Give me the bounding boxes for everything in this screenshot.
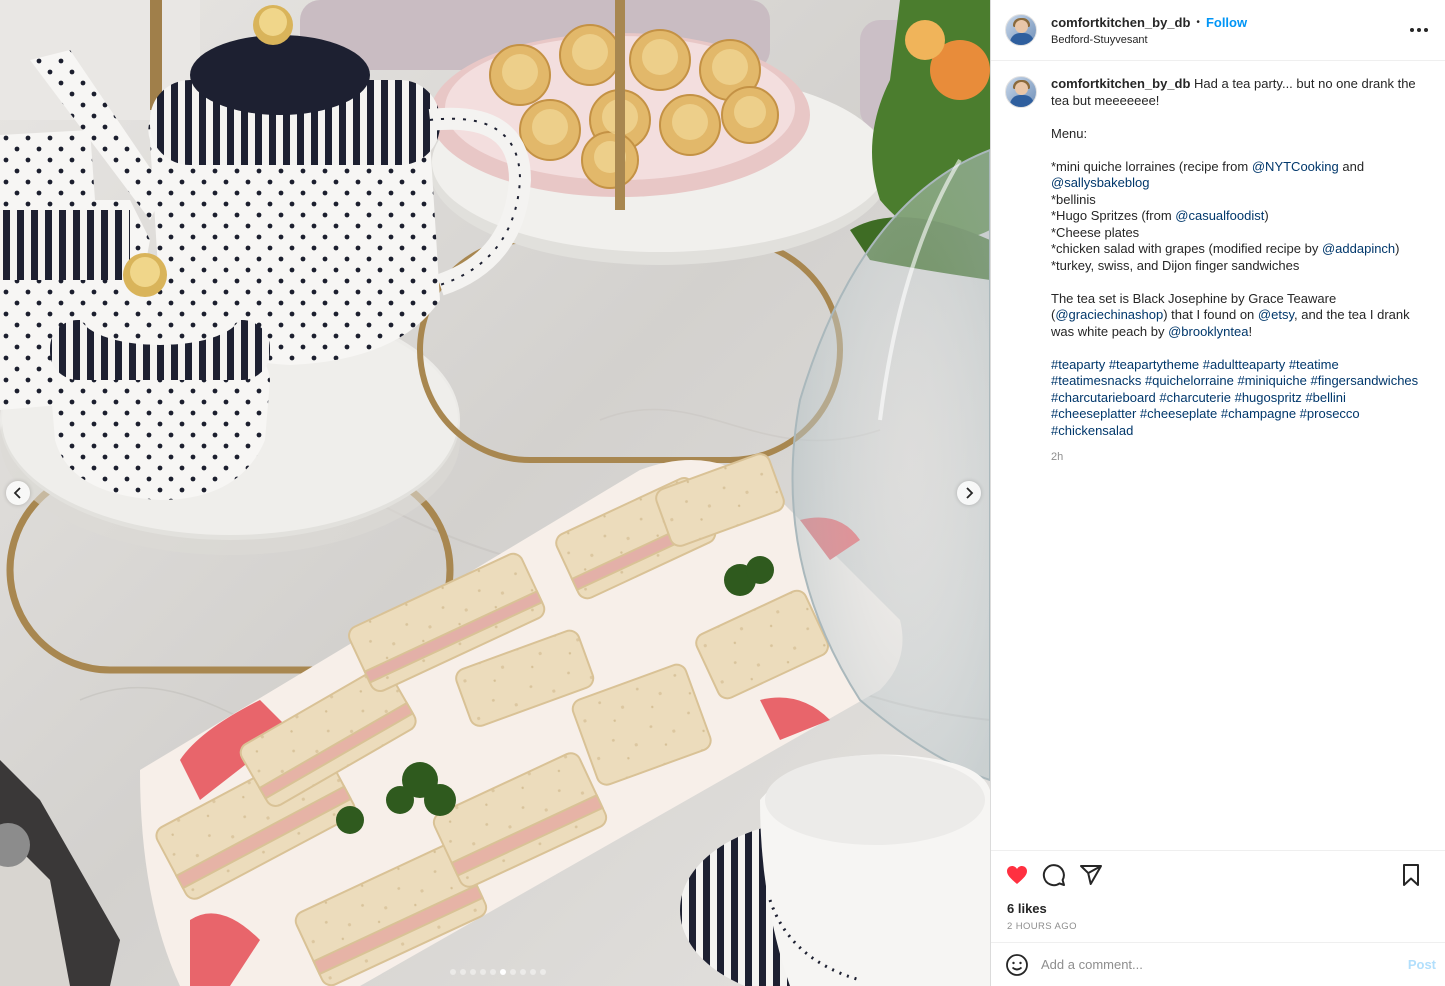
menu-item-text: *mini quiche lorraines (recipe from xyxy=(1051,158,1252,174)
hashtag-link[interactable]: #champagne xyxy=(1221,406,1296,421)
previous-image-button[interactable] xyxy=(6,481,30,505)
menu-item-text: and xyxy=(1338,158,1365,174)
comment-bar: Post xyxy=(991,942,1445,986)
emoji-icon[interactable] xyxy=(1005,953,1029,977)
bookmark-icon[interactable] xyxy=(1399,863,1423,887)
hashtag-link[interactable]: #hugospritz xyxy=(1235,390,1302,405)
carousel-dot xyxy=(460,969,466,975)
menu-item-text: *turkey, swiss, and Dijon finger sandwic… xyxy=(1051,257,1300,273)
next-image-button[interactable] xyxy=(957,481,981,505)
carousel-dot xyxy=(500,969,506,975)
menu-item-text: ) xyxy=(1264,208,1269,223)
hashtag-link[interactable]: #chickensalad xyxy=(1051,423,1133,438)
hashtag-link[interactable]: #teaparty xyxy=(1051,357,1105,372)
share-icon[interactable] xyxy=(1079,863,1103,887)
hashtag-link[interactable]: #miniquiche xyxy=(1237,373,1306,388)
carousel-dot xyxy=(450,969,456,975)
tea-text: ) that I found on xyxy=(1163,307,1258,322)
carousel-dot xyxy=(530,969,536,975)
hashtag-link[interactable]: #cheeseplate xyxy=(1140,406,1217,421)
heart-icon[interactable] xyxy=(1005,863,1029,887)
menu-item-text: *Hugo Spritzes (from xyxy=(1051,208,1176,223)
hashtag-link[interactable]: #bellini xyxy=(1305,390,1345,405)
carousel-dot xyxy=(470,969,476,975)
carousel-indicator xyxy=(450,969,546,975)
separator-dot: • xyxy=(1196,16,1200,28)
carousel-dot xyxy=(480,969,486,975)
caption-username[interactable]: comfortkitchen_by_db xyxy=(1051,76,1190,91)
mention-etsy[interactable]: @etsy xyxy=(1258,307,1294,322)
carousel-dot xyxy=(540,969,546,975)
hashtag-link[interactable]: #teatime xyxy=(1289,357,1339,372)
mention-sallysbakeblog[interactable]: @sallysbakeblog xyxy=(1051,175,1149,190)
hashtag-link[interactable]: #prosecco xyxy=(1300,406,1360,421)
menu-item-text: *bellinis xyxy=(1051,191,1096,207)
hashtag-link[interactable]: #adultteaparty xyxy=(1203,357,1285,372)
avatar[interactable] xyxy=(1005,14,1037,46)
comment-icon[interactable] xyxy=(1042,863,1066,887)
username-link[interactable]: comfortkitchen_by_db xyxy=(1051,15,1190,30)
mention-casualfoodist[interactable]: @casualfoodist xyxy=(1175,208,1264,223)
menu-item-text: ) xyxy=(1395,241,1400,256)
caption-avatar[interactable] xyxy=(1005,76,1037,108)
post-photo xyxy=(0,0,990,986)
hashtag-link[interactable]: #teapartytheme xyxy=(1109,357,1199,372)
mention-nytcooking[interactable]: @NYTCooking xyxy=(1252,159,1339,174)
caption-body: comfortkitchen_by_db Had a tea party... … xyxy=(1051,76,1421,466)
follow-button[interactable]: Follow xyxy=(1206,15,1247,30)
hashtag-link[interactable]: #cheeseplatter xyxy=(1051,406,1136,421)
hashtag-link[interactable]: #charcutarieboard xyxy=(1051,390,1156,405)
hashtag-link[interactable]: #teatimesnacks xyxy=(1051,373,1141,388)
post-media[interactable] xyxy=(0,0,990,986)
mention-brooklyntea[interactable]: @brooklyntea xyxy=(1168,324,1248,339)
post-comment-button[interactable]: Post xyxy=(1408,957,1436,972)
comment-input[interactable] xyxy=(1041,957,1381,972)
more-options-icon[interactable] xyxy=(1407,20,1431,40)
menu-item-text: *Cheese plates xyxy=(1051,224,1140,240)
menu-heading: Menu: xyxy=(1051,125,1088,141)
post-timestamp[interactable]: 2 HOURS AGO xyxy=(991,921,1445,932)
post-actions: 6 likes 2 HOURS AGO xyxy=(991,850,1445,932)
caption-time: 2h xyxy=(1051,451,1064,463)
hashtags: #teaparty #teapartytheme #adultteaparty … xyxy=(1051,357,1421,440)
mention-addapinch[interactable]: @addapinch xyxy=(1322,241,1395,256)
post-side-panel: comfortkitchen_by_db • Follow Bedford-St… xyxy=(990,0,1445,986)
hashtag-link[interactable]: #charcuterie xyxy=(1159,390,1231,405)
hashtag-link[interactable]: #fingersandwiches xyxy=(1310,373,1418,388)
location-link[interactable]: Bedford-Stuyvesant xyxy=(1051,34,1247,46)
chevron-right-icon xyxy=(966,487,974,499)
carousel-dot xyxy=(490,969,496,975)
post-header: comfortkitchen_by_db • Follow Bedford-St… xyxy=(991,0,1445,61)
carousel-dot xyxy=(520,969,526,975)
caption: comfortkitchen_by_db Had a tea party... … xyxy=(1005,76,1435,466)
menu-item-text: *chicken salad with grapes (modified rec… xyxy=(1051,241,1322,256)
tea-text: ! xyxy=(1248,323,1253,339)
carousel-dot xyxy=(510,969,516,975)
mention-graciechinashop[interactable]: @graciechinashop xyxy=(1055,307,1163,322)
likes-count[interactable]: 6 likes xyxy=(991,901,1445,916)
hashtag-link[interactable]: #quichelorraine xyxy=(1145,373,1234,388)
chevron-left-icon xyxy=(13,487,21,499)
